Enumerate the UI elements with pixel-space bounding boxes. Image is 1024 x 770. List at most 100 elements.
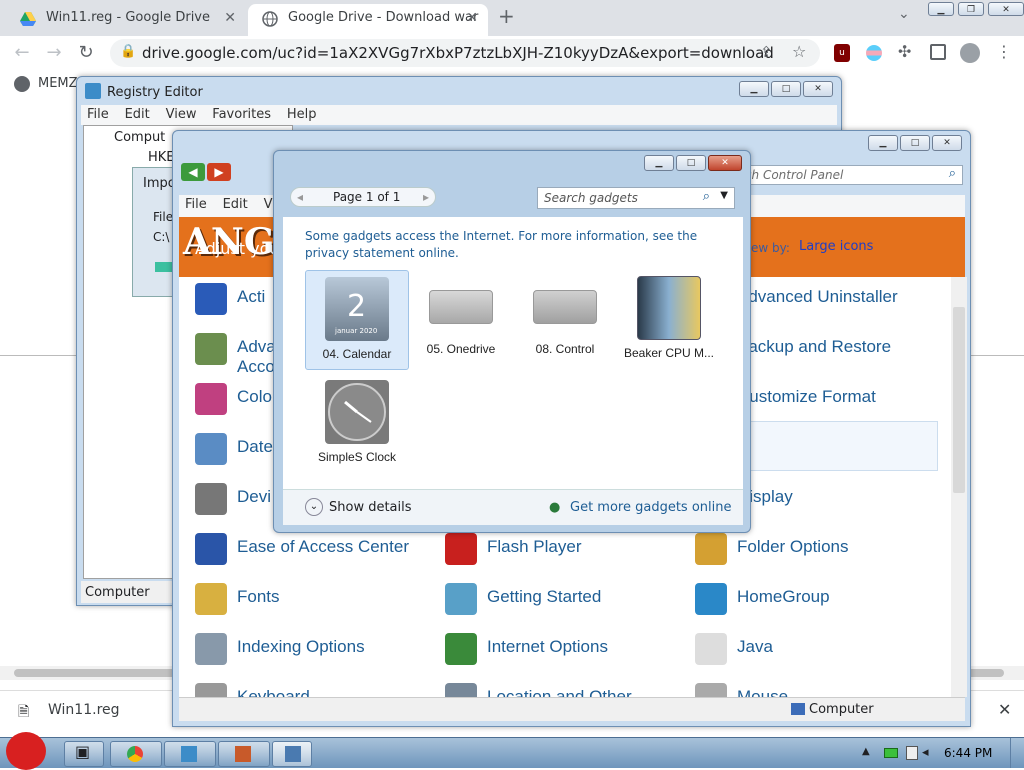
cp-item-mouse[interactable]: Mouse [695, 681, 935, 697]
menu-view[interactable]: View [160, 105, 203, 125]
expand-chevron-icon[interactable]: ⌄ [305, 498, 323, 516]
profile-avatar-icon[interactable] [960, 43, 980, 63]
cp-item-folder-options[interactable]: Folder Options [695, 531, 935, 571]
indexing-icon [195, 633, 227, 665]
taskbar-control-panel[interactable] [272, 741, 312, 767]
minimize-icon[interactable]: ▁ [868, 135, 898, 151]
close-download-bar-icon[interactable]: ✕ [998, 700, 1011, 719]
download-filename[interactable]: Win11.reg [48, 702, 120, 718]
minimize-icon[interactable]: ▁ [928, 2, 954, 16]
back-icon[interactable]: ◀ [181, 163, 205, 181]
cp-item-fonts[interactable]: Fonts [195, 581, 435, 621]
back-icon[interactable]: ← [6, 36, 38, 70]
cp-item-label: Mouse [737, 687, 789, 697]
show-details-link[interactable]: Show details [329, 500, 412, 515]
show-desktop-button[interactable] [1010, 738, 1024, 768]
menu-edit[interactable]: Edit [217, 195, 254, 215]
restore-icon[interactable]: ❐ [958, 2, 984, 16]
taskbar-explorer[interactable]: ▣ [64, 741, 104, 767]
menu-file[interactable]: File [179, 195, 213, 215]
cp-item-flash-player[interactable]: Flash Player [445, 531, 685, 571]
search-placeholder: rch Control Panel [740, 168, 844, 182]
gadget-beaker-cpu[interactable]: Beaker CPU M... [617, 270, 721, 370]
extensions-puzzle-icon[interactable]: ✣ [898, 42, 911, 61]
menu-help[interactable]: Help [281, 105, 323, 125]
ublock-icon[interactable]: u [834, 44, 850, 62]
tree-root-computer[interactable]: Comput [114, 130, 165, 145]
tab-strip: Win11.reg - Google Drive ✕ Google Drive … [0, 0, 1024, 36]
gadget-calendar[interactable]: 2 januar 2020 04. Calendar [305, 270, 409, 370]
tab-win11-drive[interactable]: Win11.reg - Google Drive ✕ [6, 4, 246, 36]
info-text-line2[interactable]: privacy statement online. [305, 246, 459, 260]
tree-item-hkey[interactable]: HKE [148, 150, 175, 165]
prev-page-icon[interactable]: ◂ [297, 190, 303, 204]
sidebar-icon[interactable] [930, 44, 946, 60]
network-icon[interactable] [906, 746, 918, 760]
cp-item-label: Getting Started [487, 587, 602, 606]
menu-edit[interactable]: Edit [119, 105, 156, 125]
address-bar[interactable]: 🔒 drive.google.com/uc?id=1aX2XVGg7rXbxP7… [110, 39, 820, 67]
cp-item-keyboard[interactable]: Keyboard [195, 681, 435, 697]
battery-icon[interactable] [884, 748, 898, 758]
gadget-simples-clock[interactable]: SimpleS Clock [305, 374, 409, 474]
extension-flag-icon[interactable] [866, 45, 882, 61]
new-tab-icon[interactable]: + [498, 4, 515, 28]
page-indicator: Page 1 of 1 [333, 190, 401, 204]
info-text-line1[interactable]: Some gadgets access the Internet. For mo… [305, 229, 697, 243]
scrollbar-thumb[interactable] [953, 307, 965, 493]
dropdown-arrow-icon[interactable]: ▼ [720, 190, 728, 201]
cp-item-internet-options[interactable]: Internet Options [445, 631, 685, 671]
maximize-icon[interactable]: □ [771, 81, 801, 97]
next-page-icon[interactable]: ▸ [423, 190, 429, 204]
taskbar-gadgets[interactable] [218, 741, 270, 767]
desktop-gadgets-window[interactable]: ▁ □ ✕ ◂ Page 1 of 1 ▸ Search gadgets ⌕ ▼… [273, 150, 751, 533]
bookmark-star-icon[interactable]: ☆ [792, 42, 806, 61]
window-title: Registry Editor [107, 85, 203, 100]
search-icon[interactable]: ⌕ [949, 166, 956, 181]
control-panel-scrollbar[interactable] [951, 277, 967, 697]
close-tab-icon[interactable]: ✕ [224, 4, 236, 32]
menu-kebab-icon[interactable]: ⋮ [996, 42, 1012, 61]
taskbar-registry[interactable] [164, 741, 216, 767]
minimize-icon[interactable]: ▁ [644, 155, 674, 171]
forward-icon[interactable]: ▶ [207, 163, 231, 181]
taskbar-chrome[interactable] [110, 741, 162, 767]
clock-time[interactable]: 6:44 PM [944, 746, 992, 760]
cp-item-ease-of-access-center[interactable]: Ease of Access Center [195, 531, 435, 571]
share-icon[interactable]: ⇪ [760, 43, 773, 61]
gadget-control[interactable]: 08. Control [513, 270, 617, 370]
forward-icon[interactable]: → [38, 36, 70, 70]
control-panel-icon [285, 746, 301, 762]
tab-search-icon[interactable]: ⌄ [898, 6, 910, 22]
reload-icon[interactable]: ↻ [70, 36, 102, 70]
cp-item-indexing-options[interactable]: Indexing Options [195, 631, 435, 671]
close-icon[interactable]: ✕ [708, 155, 742, 171]
control-panel-search[interactable]: rch Control Panel ⌕ [733, 165, 963, 185]
view-by-label: ew by: [751, 241, 790, 255]
maximize-icon[interactable]: □ [676, 155, 706, 171]
gadget-search[interactable]: Search gadgets ⌕ ▼ [537, 187, 735, 209]
bookmark-memz[interactable]: MEMZ [38, 76, 78, 91]
gadget-onedrive[interactable]: 05. Onedrive [409, 270, 513, 370]
close-icon[interactable]: ✕ [932, 135, 962, 151]
cp-item-label: Fonts [237, 587, 280, 606]
menu-file[interactable]: File [81, 105, 115, 125]
close-icon[interactable]: ✕ [803, 81, 833, 97]
cp-item-java[interactable]: Java [695, 631, 935, 671]
cp-item-location-and-other[interactable]: Location and Other [445, 681, 685, 697]
get-more-gadgets-link[interactable]: Get more gadgets online [570, 500, 731, 515]
start-button-angry-bird-icon[interactable] [6, 732, 46, 770]
cp-item-label: Location and Other [487, 687, 632, 697]
search-icon[interactable]: ⌕ [703, 189, 710, 204]
view-by-dropdown[interactable]: Large icons [799, 239, 873, 254]
cp-item-getting-started[interactable]: Getting Started [445, 581, 685, 621]
tab-download-warning[interactable]: Google Drive - Download war ✕ [248, 4, 488, 36]
maximize-icon[interactable]: □ [900, 135, 930, 151]
show-hidden-icons[interactable]: ▲ [862, 746, 870, 757]
volume-icon[interactable]: ◂ [922, 745, 929, 760]
close-icon[interactable]: ✕ [988, 2, 1024, 16]
minimize-icon[interactable]: ▁ [739, 81, 769, 97]
cp-item-homegroup[interactable]: HomeGroup [695, 581, 935, 621]
close-tab-icon[interactable]: ✕ [466, 4, 478, 32]
menu-favorites[interactable]: Favorites [206, 105, 277, 125]
